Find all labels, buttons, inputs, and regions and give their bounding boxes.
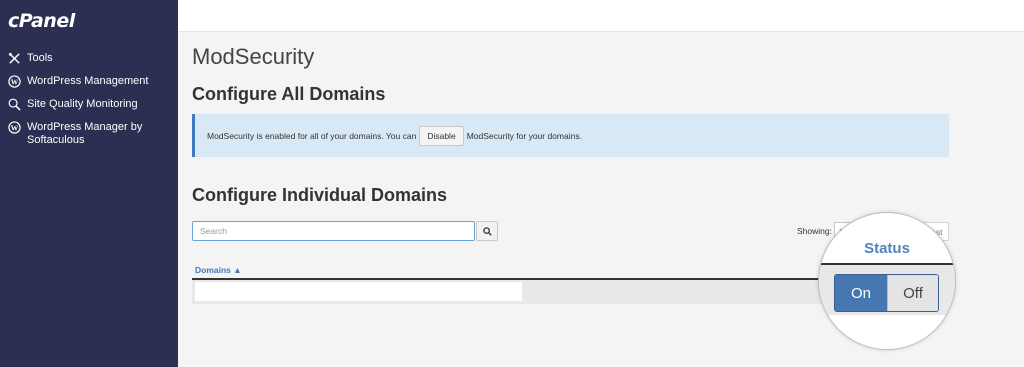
status-column-header: Status <box>864 240 910 257</box>
showing-label: Showing: <box>797 226 832 236</box>
search-button[interactable] <box>476 221 498 241</box>
domains-column-header[interactable]: Domains ▲ <box>195 265 242 275</box>
svg-text:W: W <box>11 77 19 86</box>
toggle-on-button[interactable]: On <box>835 275 887 311</box>
alert-text-before: ModSecurity is enabled for all of your d… <box>207 130 417 141</box>
configure-all-title: Configure All Domains <box>192 84 386 104</box>
sidebar-item-label: WordPress Management <box>27 75 149 87</box>
cpanel-logo[interactable]: cPanel <box>8 10 75 32</box>
sidebar-item-wordpress-management[interactable]: W WordPress Management <box>8 75 157 88</box>
search-icon <box>482 226 492 236</box>
sidebar-item-label: Site Quality Monitoring <box>27 98 138 110</box>
search-bar <box>192 221 498 241</box>
domain-cell <box>195 282 522 301</box>
tools-icon <box>8 52 20 64</box>
info-alert: ModSecurity is enabled for all of your d… <box>192 114 949 157</box>
sidebar-item-tools[interactable]: Tools <box>8 52 157 65</box>
magnifier-icon <box>8 98 21 111</box>
wordpress-icon: W <box>8 121 21 134</box>
status-toggle[interactable]: On Off <box>834 274 939 312</box>
magnifier-callout: Status On Off <box>818 212 956 350</box>
toggle-off-button[interactable]: Off <box>887 275 938 311</box>
sidebar-item-wordpress-manager-softaculous[interactable]: W WordPress Manager by Softaculous <box>8 121 157 147</box>
sidebar-item-label: Tools <box>27 52 53 64</box>
sidebar-item-label: WordPress Manager by Softaculous <box>27 121 143 146</box>
sidebar: cPanel Tools W WordPress Management Site… <box>0 0 178 367</box>
search-input[interactable] <box>192 221 475 241</box>
alert-text-after: ModSecurity for your domains. <box>466 130 582 141</box>
sidebar-item-site-quality-monitoring[interactable]: Site Quality Monitoring <box>8 98 157 111</box>
page-title: ModSecurity <box>192 44 315 69</box>
configure-individual-title: Configure Individual Domains <box>192 185 448 205</box>
wordpress-icon: W <box>8 75 21 88</box>
disable-button[interactable]: Disable <box>419 125 464 146</box>
svg-text:W: W <box>11 123 19 132</box>
top-bar <box>178 0 1024 32</box>
